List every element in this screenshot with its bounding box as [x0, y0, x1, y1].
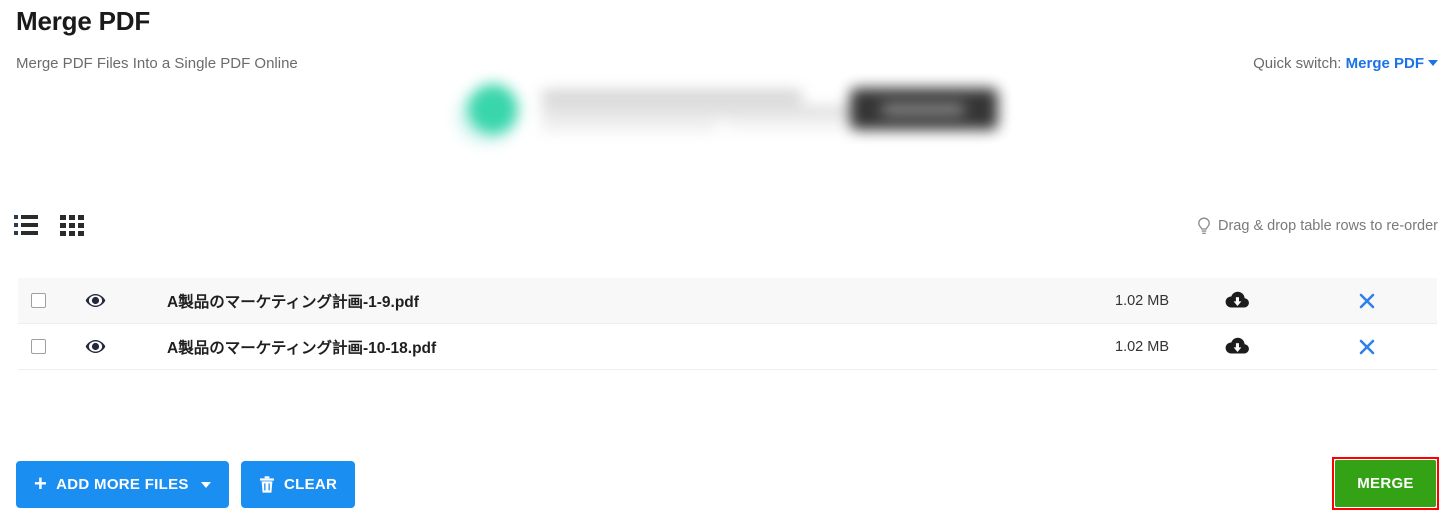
file-name: A製品のマーケティング計画-1-9.pdf: [167, 293, 419, 311]
ad-banner[interactable]: [450, 78, 1006, 146]
close-icon[interactable]: [1297, 339, 1437, 355]
chevron-down-icon[interactable]: [200, 481, 211, 488]
chevron-down-icon[interactable]: [1428, 60, 1438, 66]
add-more-files-label: ADD MORE FILES: [56, 476, 189, 493]
lightbulb-icon: [1197, 217, 1211, 235]
file-size: 1.02 MB: [1115, 338, 1169, 355]
file-table: A製品のマーケティング計画-1-9.pdf 1.02 MB A製品のマーケティン…: [18, 278, 1437, 370]
ad-text-line: [542, 90, 802, 103]
table-row[interactable]: A製品のマーケティング計画-10-18.pdf 1.02 MB: [18, 324, 1437, 370]
ad-logo-icon: [468, 84, 518, 134]
clear-label: CLEAR: [284, 476, 338, 493]
merge-button[interactable]: MERGE: [1335, 460, 1436, 507]
view-toggle-group: [14, 214, 84, 236]
eye-icon[interactable]: [58, 339, 132, 354]
trash-icon: [259, 475, 275, 494]
plus-icon: +: [34, 470, 48, 496]
page-subtitle: Merge PDF Files Into a Single PDF Online: [16, 55, 298, 72]
reorder-hint: Drag & drop table rows to re-order: [1197, 217, 1438, 235]
table-row[interactable]: A製品のマーケティング計画-1-9.pdf 1.02 MB: [18, 278, 1437, 324]
row-checkbox[interactable]: [30, 339, 46, 354]
ad-text-line: [542, 122, 717, 130]
clear-button[interactable]: CLEAR: [241, 461, 356, 508]
row-checkbox[interactable]: [30, 293, 46, 308]
ad-text-line: [542, 106, 852, 117]
file-size: 1.02 MB: [1115, 292, 1169, 309]
quick-switch-link[interactable]: Merge PDF: [1346, 55, 1424, 72]
quick-switch: Quick switch: Merge PDF: [1253, 55, 1438, 72]
eye-icon[interactable]: [58, 293, 132, 308]
list-view-icon[interactable]: [14, 214, 38, 236]
row-select-cell: [18, 293, 58, 308]
reorder-hint-text: Drag & drop table rows to re-order: [1217, 218, 1438, 234]
file-name: A製品のマーケティング計画-10-18.pdf: [167, 339, 437, 357]
page-title: Merge PDF: [16, 6, 151, 36]
merge-highlight-box: MERGE: [1332, 457, 1439, 510]
close-icon[interactable]: [1297, 293, 1437, 309]
quick-switch-label: Quick switch:: [1253, 55, 1342, 72]
cloud-download-icon[interactable]: [1177, 337, 1297, 356]
cloud-download-icon[interactable]: [1177, 291, 1297, 310]
grid-view-icon[interactable]: [60, 214, 84, 236]
add-more-files-button[interactable]: + ADD MORE FILES: [16, 461, 229, 508]
ad-cta-label: [882, 104, 964, 115]
row-select-cell: [18, 339, 58, 354]
